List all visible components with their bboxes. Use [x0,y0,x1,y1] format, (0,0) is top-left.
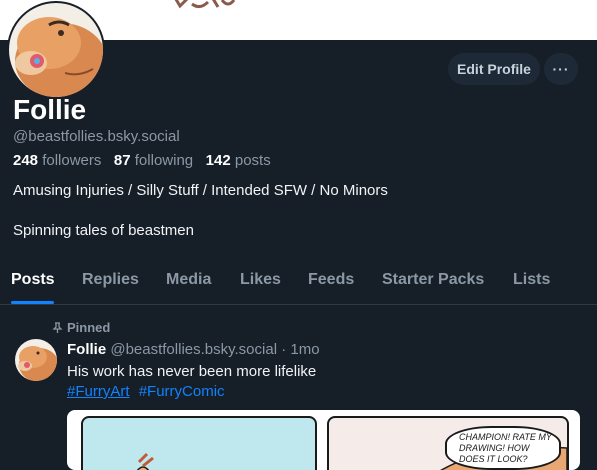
post-hashtags: #FurryArt #FurryComic [67,383,230,400]
tab-posts[interactable]: Posts [11,271,55,289]
followers-link[interactable]: 248 followers [13,152,101,169]
pin-icon [52,321,63,333]
posts-count: 142 posts [205,152,271,169]
banner-sketch-icon [174,0,236,9]
speech-bubble-text: CHAMPION! RATE MY DRAWING! HOW DOES IT L… [459,432,552,464]
hashtag-link[interactable]: #FurryArt [67,383,130,400]
profile-stats: 248 followers 87 following 142 posts [13,152,271,169]
post-author-name[interactable]: Follie [67,341,106,358]
beast-avatar-icon [9,3,103,97]
display-name: Follie [13,94,87,125]
post-image[interactable]: CHAMPION! RATE MY DRAWING! HOW DOES IT L… [67,410,580,470]
post-author-avatar[interactable] [15,339,57,381]
edit-profile-button[interactable]: Edit Profile [448,53,540,85]
comic-figure-icon [136,452,154,470]
tab-media[interactable]: Media [166,271,211,289]
profile-handle: @beastfollies.bsky.social [13,128,180,145]
more-options-button[interactable]: ··· [544,53,578,85]
hashtag-link[interactable]: #FurryComic [139,383,225,400]
post-separator: · [281,341,287,358]
post-header: Follie @beastfollies.bsky.social · 1mo [67,341,320,358]
comic-panel [81,416,317,470]
tab-starter-packs[interactable]: Starter Packs [382,271,484,289]
bio-line-2: Spinning tales of beastmen [13,222,194,239]
tab-likes[interactable]: Likes [240,271,281,289]
beast-avatar-icon [15,339,57,381]
post-author-handle[interactable]: @beastfollies.bsky.social [110,341,277,358]
profile-avatar[interactable] [7,1,105,99]
tab-feeds[interactable]: Feeds [308,271,354,289]
pinned-label: Pinned [52,320,110,335]
post-timestamp[interactable]: 1mo [290,341,319,358]
profile-tabs: Posts Replies Media Likes Feeds Starter … [0,262,597,305]
active-tab-indicator [11,301,54,304]
bio-line-1: Amusing Injuries / Silly Stuff / Intende… [13,182,388,199]
more-icon: ··· [552,61,570,77]
following-link[interactable]: 87 following [114,152,193,169]
post-body: His work has never been more lifelike [67,363,317,380]
tab-replies[interactable]: Replies [82,271,139,289]
tab-lists[interactable]: Lists [513,271,550,289]
